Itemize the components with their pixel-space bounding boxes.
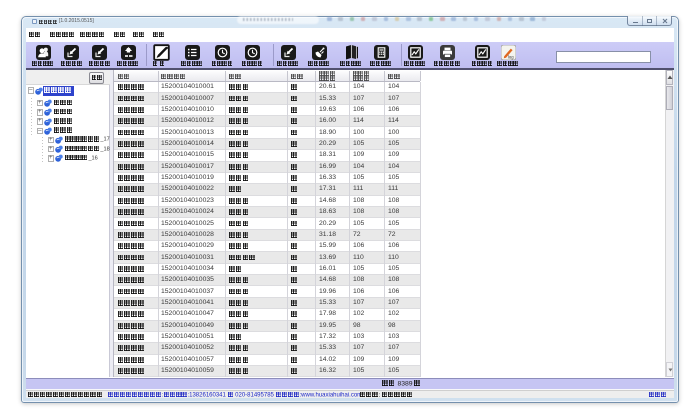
svg-text:log: log: [508, 54, 514, 59]
